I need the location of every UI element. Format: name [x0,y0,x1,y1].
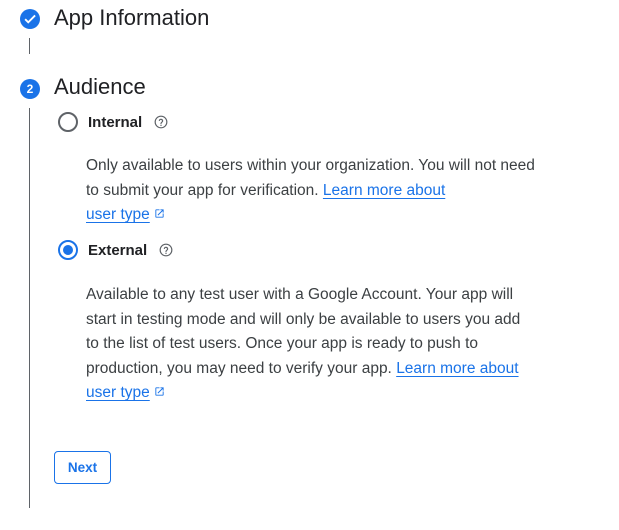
step-number-badge: 2 [20,79,40,99]
internal-radio-button[interactable] [58,112,78,132]
step-title-audience: Audience [54,74,146,99]
user-type-internal-option[interactable]: Internal [58,112,168,132]
open-in-new-icon [155,387,164,396]
next-button[interactable]: Next [54,451,111,484]
external-description: Available to any test user with a Google… [86,283,536,406]
internal-description: Only available to users within your orga… [86,154,536,228]
internal-radio-label[interactable]: Internal [88,114,142,131]
help-icon[interactable] [154,115,168,129]
link-text[interactable]: Learn more about [396,360,518,377]
internal-description-text: Only available to users within your orga… [86,157,535,199]
external-radio-button[interactable] [58,240,78,260]
link-text[interactable]: user type [86,206,150,223]
open-in-new-icon [155,209,164,218]
link-text[interactable]: user type [86,384,150,401]
external-radio-label[interactable]: External [88,242,147,259]
step-connector [29,108,30,508]
step-title-app-information[interactable]: App Information [54,7,209,29]
help-icon[interactable] [159,243,173,257]
link-text[interactable]: Learn more about [323,182,445,199]
user-type-external-option[interactable]: External [58,240,173,260]
step-connector [29,38,30,54]
step-completed-check-icon [20,9,40,29]
oauth-consent-stepper: App Information 2 Audience Internal Only… [0,0,619,530]
